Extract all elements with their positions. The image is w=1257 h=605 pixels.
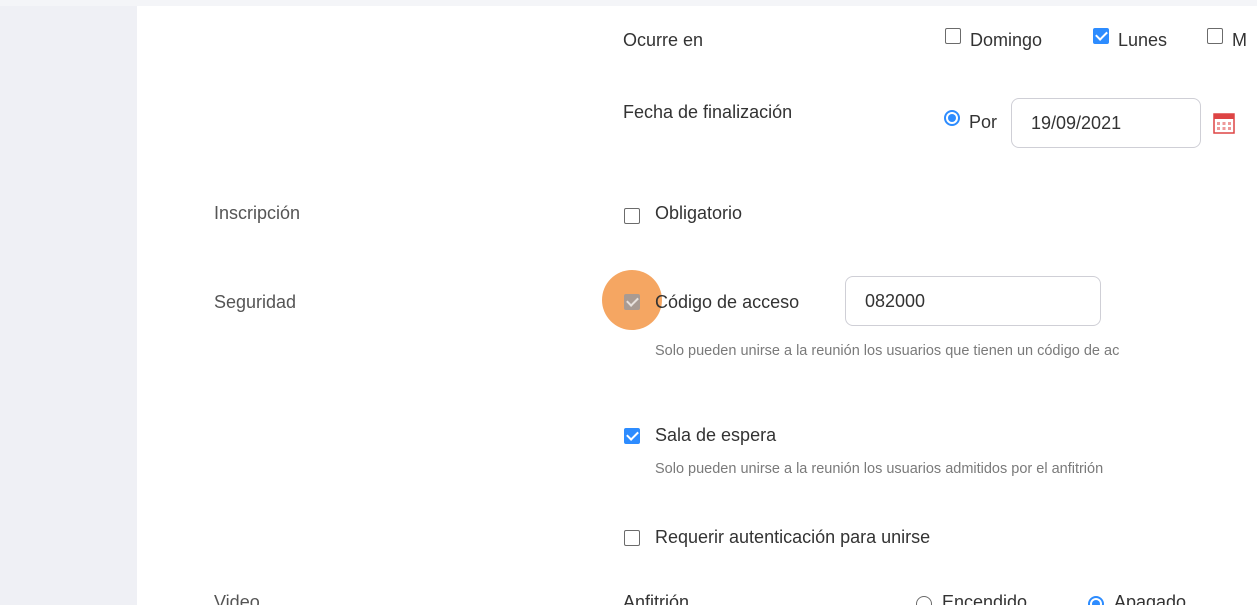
registration-required-checkbox[interactable] xyxy=(624,208,640,224)
video-host-label: Anfitrión xyxy=(623,592,690,605)
day-checkbox-martes[interactable] xyxy=(1207,28,1223,44)
passcode-description: Solo pueden unirse a la reunión los usua… xyxy=(655,343,1120,359)
video-label: Video xyxy=(214,592,260,605)
left-pane xyxy=(0,6,137,605)
end-by-label: Por xyxy=(969,112,998,132)
passcode-checkbox[interactable] xyxy=(624,294,640,310)
waiting-room-description: Solo pueden unirse a la reunión los usua… xyxy=(655,461,1104,477)
day-label-domingo: Domingo xyxy=(970,30,1043,50)
end-date-input[interactable]: 19/09/2021 xyxy=(1011,98,1201,148)
registration-required-label: Obligatorio xyxy=(655,203,743,223)
settings-panel: Ocurre en Domingo Lunes M Fecha de final… xyxy=(137,6,1257,605)
occurs-on-label: Ocurre en xyxy=(623,30,704,50)
security-label: Seguridad xyxy=(214,292,297,312)
waiting-room-label: Sala de espera xyxy=(655,425,777,445)
passcode-input[interactable]: 082000 xyxy=(845,276,1101,326)
require-auth-checkbox[interactable] xyxy=(624,530,640,546)
video-host-on-radio[interactable] xyxy=(916,596,932,605)
end-by-radio[interactable] xyxy=(944,110,960,126)
video-host-on-label: Encendido xyxy=(942,592,1028,605)
end-date-label: Fecha de finalización xyxy=(623,102,793,122)
day-label-martes: M xyxy=(1232,30,1247,50)
require-auth-label: Requerir autenticación para unirse xyxy=(655,527,931,547)
waiting-room-checkbox[interactable] xyxy=(624,428,640,444)
video-host-off-label: Apagado xyxy=(1114,592,1187,605)
day-checkbox-lunes[interactable] xyxy=(1093,28,1109,44)
day-label-lunes: Lunes xyxy=(1118,30,1168,50)
video-host-off-radio[interactable] xyxy=(1088,596,1104,605)
passcode-label: Código de acceso xyxy=(655,292,800,312)
registration-label: Inscripción xyxy=(214,203,301,223)
day-checkbox-domingo[interactable] xyxy=(945,28,961,44)
calendar-icon[interactable] xyxy=(1213,112,1235,134)
